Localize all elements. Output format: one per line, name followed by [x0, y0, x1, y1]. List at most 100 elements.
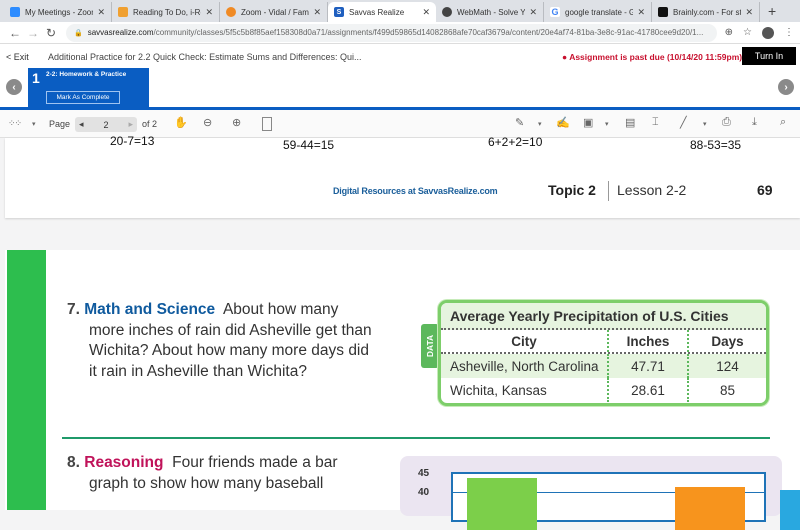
new-tab-button[interactable]: +	[768, 2, 776, 22]
pdf-viewport[interactable]: 20-7=13 59-44=15 6+2+2=10 88-53=35 Digit…	[0, 134, 800, 530]
question-number: 7.	[67, 301, 80, 318]
browser-tab-brainly[interactable]: Brainly.com - For stud ✕	[652, 2, 760, 22]
tab-label: WebMath - Solve Your	[457, 7, 525, 17]
question-title: Reasoning	[84, 454, 164, 471]
handwritten-equation: 88-53=35	[690, 138, 742, 152]
caret-down-icon[interactable]: ▾	[32, 120, 36, 128]
page-navigator: ◂ 2 ▸	[75, 117, 137, 132]
browser-tab-google-translate[interactable]: G google translate - Go ✕	[544, 2, 652, 22]
chevron-left-icon: ‹	[12, 81, 16, 93]
text-box-icon[interactable]: ⌶	[652, 116, 659, 129]
question-text: more inches of rain did Asheville get th…	[89, 321, 372, 339]
question-text: About how many	[222, 301, 339, 318]
close-icon[interactable]: ✕	[529, 7, 537, 18]
caret-down-icon[interactable]: ▾	[538, 120, 542, 128]
table-cell-days: 124	[687, 354, 766, 378]
question-8: 8. Reasoning Four friends made a bar gra…	[67, 453, 338, 494]
question-text: Wichita? About how many more days did	[89, 342, 369, 359]
signature-icon[interactable]: ✍	[556, 116, 570, 129]
past-due-warning: ● Assignment is past due (10/14/20 11:59…	[562, 52, 742, 62]
url-host: savvasrealize.com	[87, 28, 154, 37]
table-cell-city: Asheville, North Carolina	[450, 358, 599, 374]
close-icon[interactable]: ✕	[97, 7, 105, 18]
page-number-input[interactable]: 2	[103, 119, 109, 130]
close-icon[interactable]: ✕	[745, 7, 753, 18]
tab-label: Zoom - Vidal / Fampr	[241, 7, 310, 17]
download-icon[interactable]: ⤓	[752, 116, 757, 129]
lesson-label: Lesson 2-2	[617, 182, 687, 198]
image-icon[interactable]: ▣	[583, 116, 593, 129]
search-icon[interactable]: ⌕	[780, 116, 786, 129]
reload-icon[interactable]: ↻	[42, 26, 60, 40]
tab-label: My Meetings - Zoom	[25, 7, 94, 17]
page-margin-bar	[7, 250, 46, 510]
page-label: Page	[49, 119, 71, 129]
zoom-orange-icon	[226, 7, 236, 17]
pdf-page-current: 7. Math and Science About how many more …	[5, 250, 800, 530]
kebab-menu-icon[interactable]: ⋮	[784, 27, 794, 38]
prev-page-icon[interactable]: ◂	[79, 119, 84, 130]
chart-bar	[675, 486, 745, 530]
tab-label: Reading To Do, i-Ready	[133, 7, 201, 17]
star-bookmark-icon[interactable]: ☆	[743, 27, 752, 38]
forward-arrow-icon[interactable]: →	[24, 26, 42, 40]
chevron-right-icon: ›	[784, 81, 788, 93]
exit-link[interactable]: < Exit	[6, 52, 29, 62]
browser-tab-zoom-meetings[interactable]: My Meetings - Zoom ✕	[4, 2, 112, 22]
tab-label: Savvas Realize	[349, 7, 405, 17]
mark-complete-button[interactable]: Mark As Complete	[46, 91, 120, 104]
assignment-title: Additional Practice for 2.2 Quick Check:…	[48, 52, 362, 62]
close-icon[interactable]: ✕	[205, 7, 213, 18]
browser-tab-strip: My Meetings - Zoom ✕ Reading To Do, i-Re…	[0, 0, 800, 22]
alert-icon: ●	[562, 52, 568, 62]
table-cell-inches: 28.61	[607, 378, 687, 402]
table-cell-city: Wichita, Kansas	[450, 382, 547, 398]
close-icon[interactable]: ✕	[313, 7, 321, 18]
precipitation-table: Average Yearly Precipitation of U.S. Cit…	[438, 300, 769, 406]
print-icon[interactable]: ⎙	[722, 116, 731, 129]
table-title: Average Yearly Precipitation of U.S. Cit…	[441, 303, 766, 330]
pen-icon[interactable]: ✎	[515, 116, 524, 129]
turn-in-button[interactable]: Turn In	[742, 47, 796, 65]
close-icon[interactable]: ✕	[422, 7, 430, 18]
note-icon[interactable]: ▤	[625, 116, 635, 129]
column-header: City	[511, 333, 537, 349]
pan-hand-icon[interactable]: ✋	[174, 116, 188, 129]
lock-icon: 🔒	[74, 29, 83, 37]
previous-item-button[interactable]: ‹	[6, 79, 22, 95]
zoom-out-icon[interactable]: ⊖	[203, 116, 212, 129]
browser-tab-savvas[interactable]: S Savvas Realize ✕	[328, 2, 436, 22]
column-header: Days	[687, 330, 766, 352]
thumbnails-icon[interactable]: ⁘⁘	[8, 118, 22, 129]
caret-down-icon[interactable]: ▾	[703, 120, 707, 128]
line-tool-icon[interactable]: ╱	[680, 116, 687, 129]
profile-avatar-icon[interactable]	[762, 26, 774, 39]
browser-tab-zoom-vidal[interactable]: Zoom - Vidal / Fampr ✕	[220, 2, 328, 22]
close-icon[interactable]: ✕	[637, 7, 645, 18]
item-label: 2-2: Homework & Practice	[46, 71, 127, 78]
bar-chart-area	[400, 456, 800, 530]
table-row: Asheville, North Carolina 47.71 124	[441, 354, 766, 378]
caret-down-icon[interactable]: ▾	[605, 120, 609, 128]
question-number: 8.	[67, 454, 80, 471]
column-header: Inches	[607, 330, 687, 352]
zoom-lens-icon[interactable]: ⊕	[725, 27, 733, 38]
question-text: graph to show how many baseball	[89, 474, 324, 492]
page-view-icon[interactable]	[262, 117, 272, 131]
zoom-in-icon[interactable]: ⊕	[232, 116, 241, 129]
page-total: of 2	[142, 119, 158, 129]
pdf-page-previous: 20-7=13 59-44=15 6+2+2=10 88-53=35 Digit…	[5, 134, 800, 218]
past-due-text: Assignment is past due (10/14/20 11:59pm…	[569, 52, 743, 62]
chart-bar	[780, 490, 800, 530]
browser-tab-iready[interactable]: Reading To Do, i-Ready ✕	[112, 2, 220, 22]
next-page-icon[interactable]: ▸	[128, 119, 133, 130]
url-input[interactable]: 🔒 savvasrealize.com/community/classes/5f…	[66, 23, 717, 42]
question-title: Math and Science	[84, 301, 216, 318]
back-arrow-icon[interactable]: ←	[6, 26, 24, 40]
iready-icon	[118, 7, 128, 17]
browser-tab-webmath[interactable]: WebMath - Solve Your ✕	[436, 2, 544, 22]
address-bar-row: ← → ↻ 🔒 savvasrealize.com/community/clas…	[0, 22, 800, 44]
next-item-button[interactable]: ›	[778, 79, 794, 95]
current-item-panel: 1 2-2: Homework & Practice Mark As Compl…	[28, 68, 149, 108]
question-text: Four friends made a bar	[172, 454, 338, 471]
